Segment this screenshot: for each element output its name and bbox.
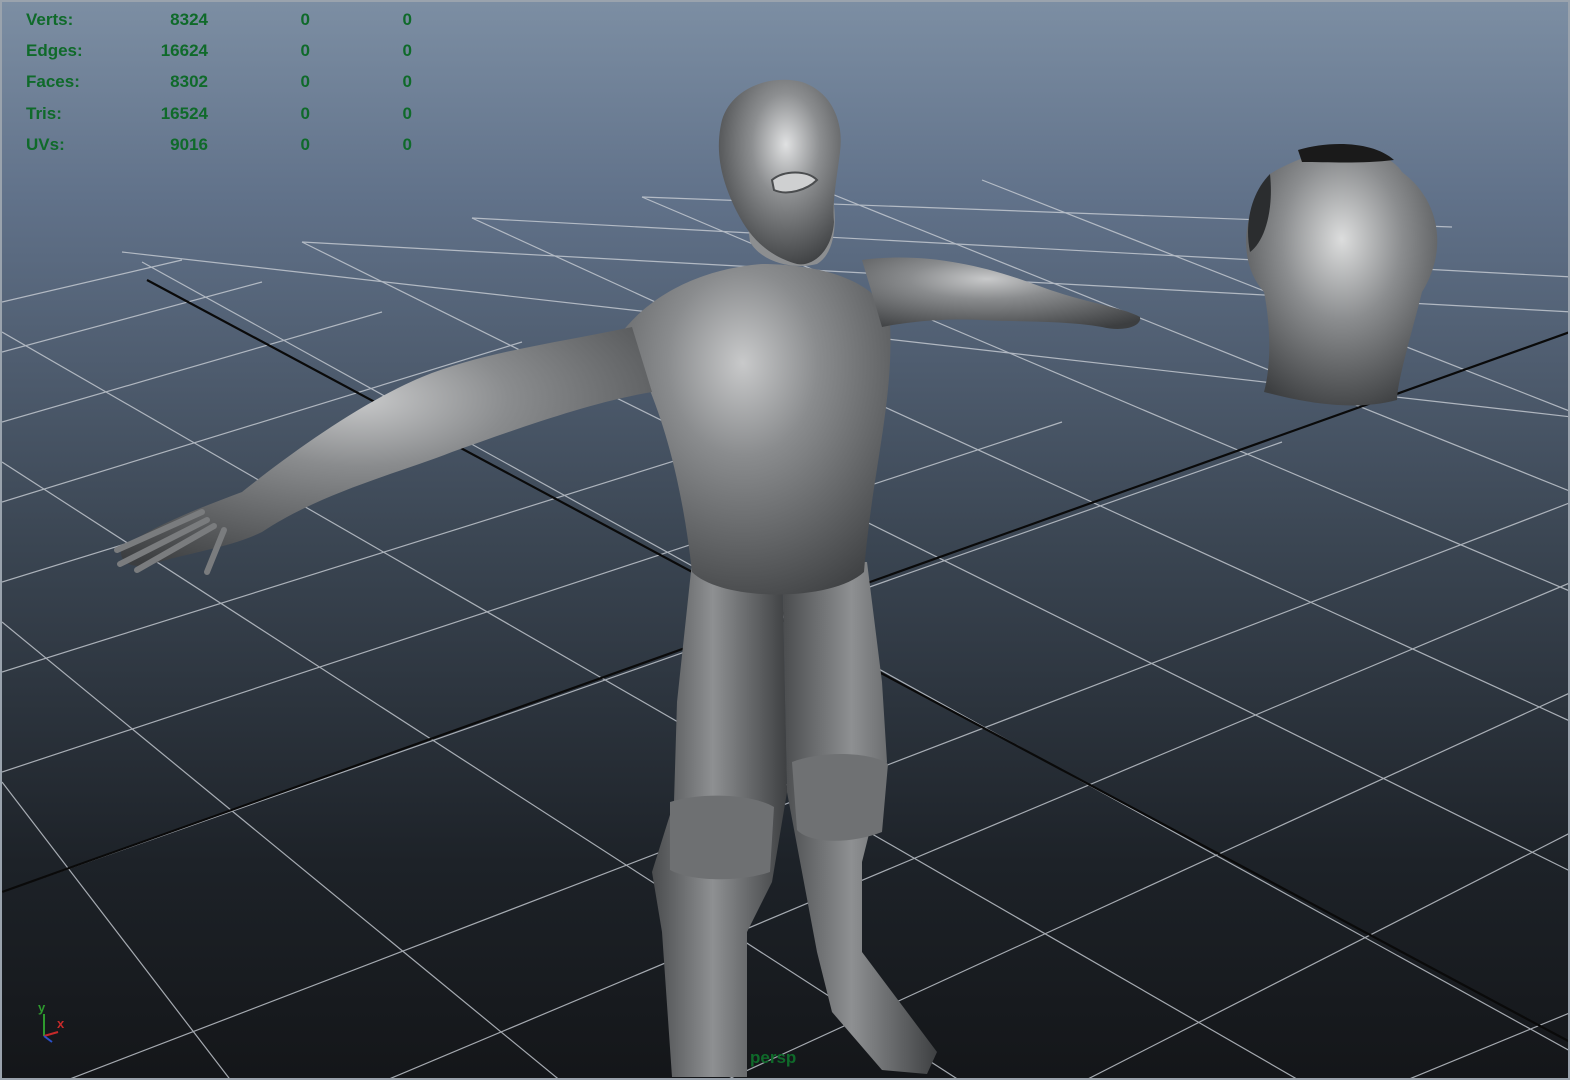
view-axis-icon: y x xyxy=(38,1000,65,1043)
hud-value-component: 0 xyxy=(402,103,412,123)
hud-row-faces: Faces: 8302 0 0 xyxy=(26,67,412,98)
hud-value-object: 16624 xyxy=(160,41,208,61)
hud-row-edges: Edges: 16624 0 0 xyxy=(26,35,412,66)
hud-value-selected: 0 xyxy=(300,72,310,92)
hud-value-object: 9016 xyxy=(170,135,208,155)
hud-value-object: 16524 xyxy=(160,103,208,123)
hud-value-selected: 0 xyxy=(300,103,310,123)
camera-name-label: persp xyxy=(750,1048,797,1067)
hud-label: Edges: xyxy=(26,41,83,61)
hud-value-component: 0 xyxy=(402,41,412,61)
hud-row-tris: Tris: 16524 0 0 xyxy=(26,98,412,129)
vest-model xyxy=(1246,144,1438,406)
character-model xyxy=(114,79,1141,1077)
hud-label: Verts: xyxy=(26,9,74,29)
hud-value-component: 0 xyxy=(402,9,412,29)
axis-x-label: x xyxy=(57,1016,65,1031)
hud-value-object: 8324 xyxy=(170,9,208,29)
hud-label: Faces: xyxy=(26,72,80,92)
hud-value-object: 8302 xyxy=(170,72,208,92)
hud-label: UVs: xyxy=(26,135,65,155)
hud-row-verts: Verts: 8324 0 0 xyxy=(26,4,412,35)
perspective-viewport[interactable]: Verts: 8324 0 0 Edges: 16624 0 0 Faces: … xyxy=(0,0,1570,1080)
hud-label: Tris: xyxy=(26,103,62,123)
hud-value-selected: 0 xyxy=(300,9,310,29)
axis-y-label: y xyxy=(38,1000,46,1015)
hud-value-component: 0 xyxy=(402,135,412,155)
scene-canvas[interactable] xyxy=(2,2,1570,1080)
hud-row-uvs: UVs: 9016 0 0 xyxy=(26,130,412,161)
hud-value-selected: 0 xyxy=(300,135,310,155)
hud-value-component: 0 xyxy=(402,72,412,92)
hud-value-selected: 0 xyxy=(300,41,310,61)
poly-count-hud: Verts: 8324 0 0 Edges: 16624 0 0 Faces: … xyxy=(26,4,412,161)
